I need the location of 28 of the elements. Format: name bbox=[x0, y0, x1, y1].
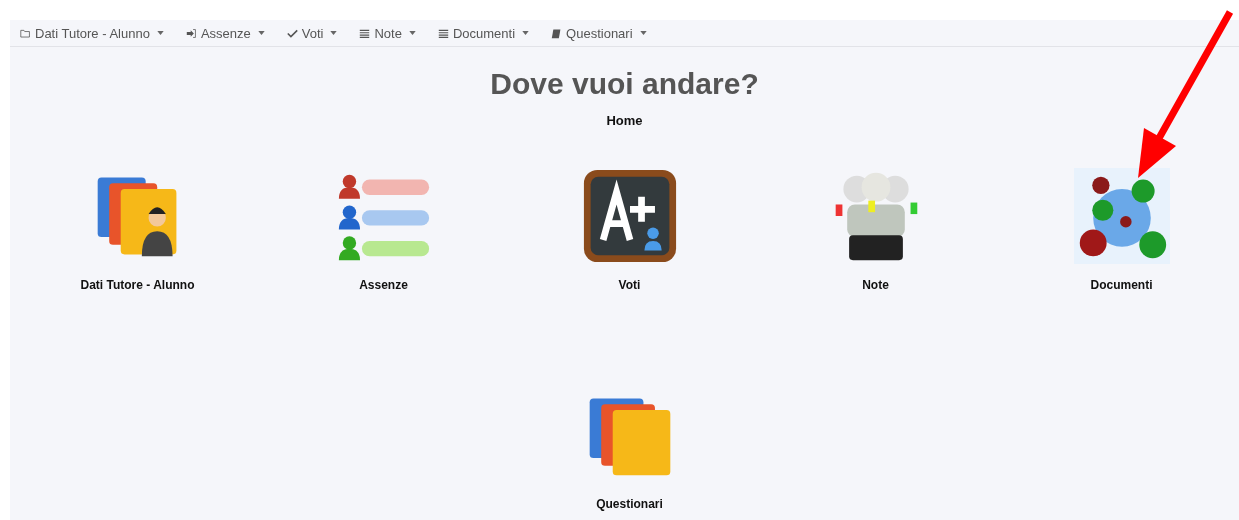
tile-link[interactable]: Documenti bbox=[1090, 278, 1153, 292]
menu-dropdown[interactable]: Documenti bbox=[437, 25, 530, 41]
chalkboard-icon[interactable] bbox=[581, 168, 678, 264]
breadcrumb: Home bbox=[606, 113, 643, 128]
tile-link[interactable]: Assenze bbox=[359, 278, 408, 292]
caret-icon bbox=[156, 31, 164, 35]
tile-link[interactable]: Note bbox=[862, 278, 889, 292]
caret-icon bbox=[639, 31, 647, 35]
caret-icon bbox=[522, 31, 530, 35]
tile-link[interactable]: Dati Tutore - Alunno bbox=[80, 278, 195, 292]
caret-icon bbox=[408, 31, 416, 35]
caret-icon bbox=[257, 31, 265, 35]
book-icon bbox=[551, 27, 563, 39]
list-icon bbox=[359, 27, 371, 39]
sign-in-icon bbox=[185, 27, 197, 39]
menu-dropdown[interactable]: Note bbox=[359, 25, 416, 41]
menu-dropdown[interactable]: Assenze bbox=[185, 25, 265, 41]
billiard-balls-icon[interactable] bbox=[1073, 168, 1170, 264]
page-heading: Dove vuoi andare? bbox=[490, 67, 759, 101]
list-icon bbox=[437, 27, 449, 39]
folder-icon bbox=[20, 27, 31, 39]
tile-link[interactable]: Voti bbox=[618, 278, 641, 292]
menu-dropdown[interactable]: Dati Tutore - Alunno bbox=[20, 25, 164, 41]
check-icon bbox=[286, 27, 298, 39]
menu-dropdown[interactable]: Voti bbox=[286, 25, 338, 41]
caret-icon bbox=[330, 31, 338, 35]
tile-link[interactable]: Questionari bbox=[596, 497, 663, 511]
menu-dropdown[interactable]: Questionari bbox=[551, 25, 647, 41]
